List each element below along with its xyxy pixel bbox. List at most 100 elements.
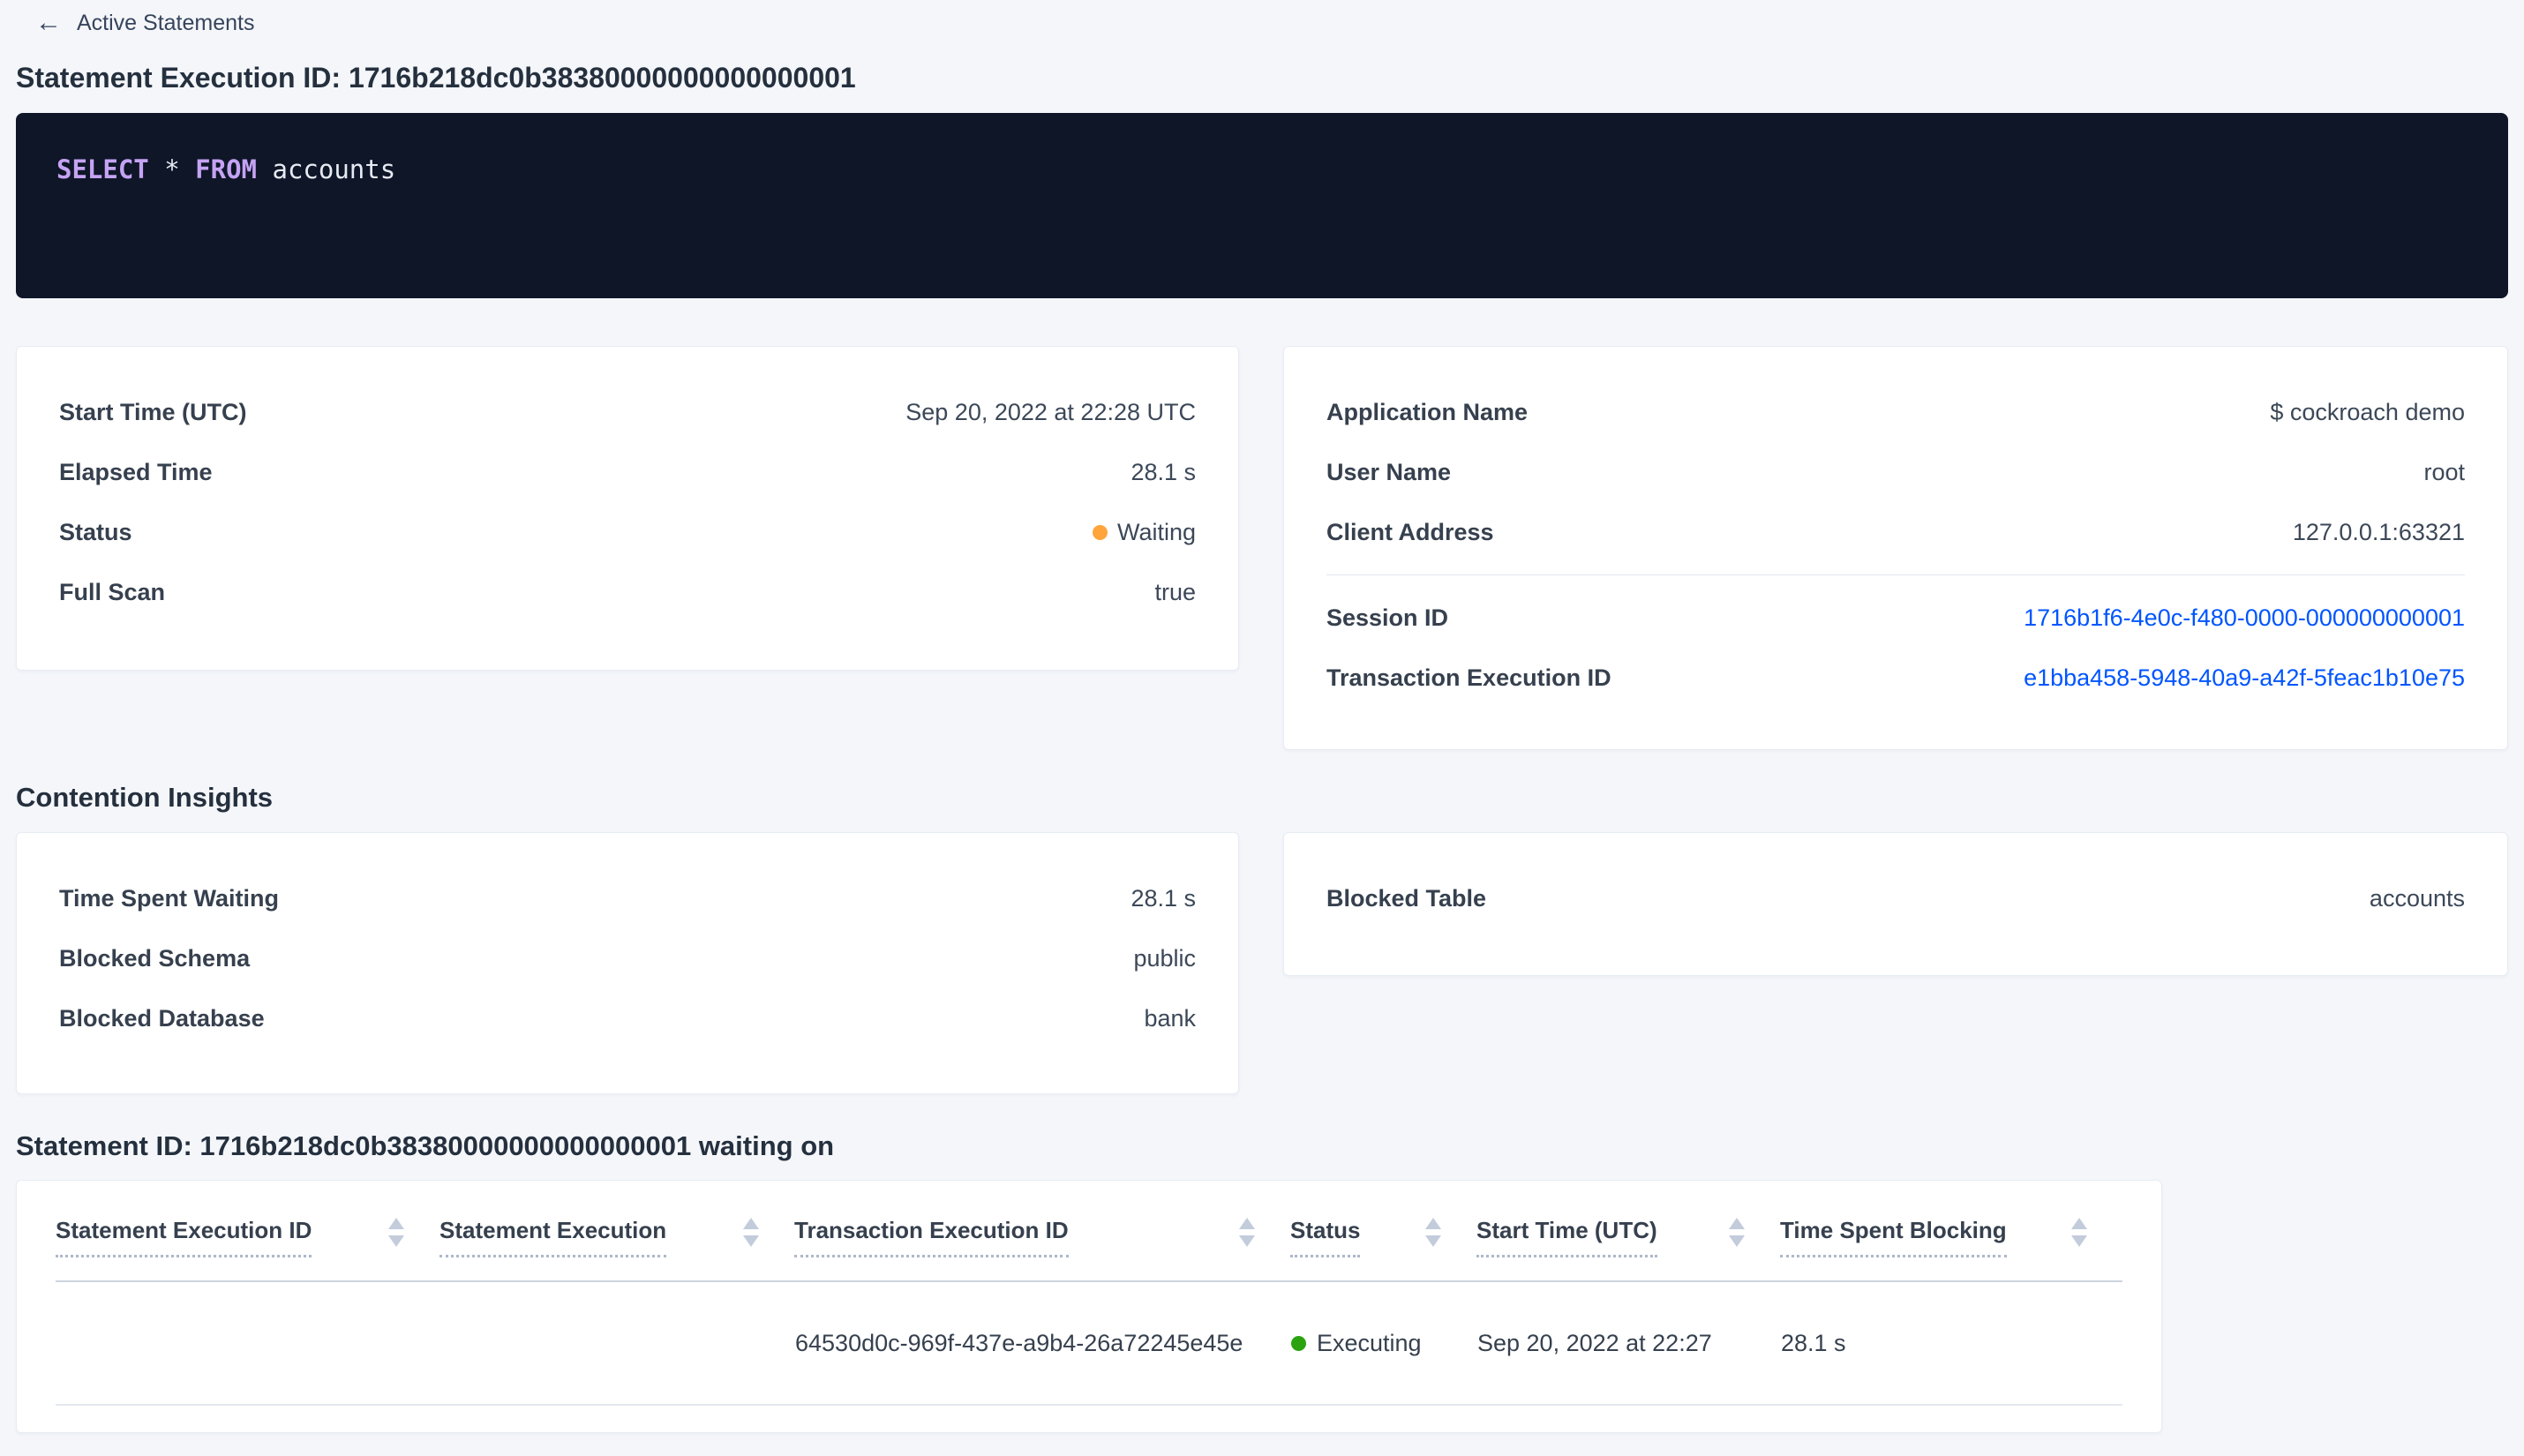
blocked-database-label: Blocked Database [59, 1004, 265, 1032]
blocked-database-row: Blocked Database bank [17, 988, 1238, 1048]
transaction-execution-id-link[interactable]: e1bba458-5948-40a9-a42f-5feac1b10e75 [2024, 664, 2465, 692]
full-scan-value: true [1154, 578, 1196, 605]
session-card-divider [1326, 574, 2465, 575]
user-name-value: root [2423, 458, 2465, 485]
sort-icon[interactable] [2071, 1218, 2087, 1247]
time-spent-waiting-label: Time Spent Waiting [59, 884, 280, 912]
blocked-table-card: Blocked Table accounts [1283, 832, 2508, 976]
status-badge: Executing [1291, 1330, 1476, 1357]
sql-keyword-select: SELECT [56, 154, 149, 184]
sort-up-icon [743, 1218, 759, 1229]
sort-down-icon [743, 1235, 759, 1247]
client-address-row: Client Address 127.0.0.1:63321 [1284, 502, 2507, 562]
cell-status: Executing [1290, 1281, 1476, 1406]
session-id-label: Session ID [1326, 604, 1449, 631]
column-header-transaction-execution-id: Transaction Execution ID [794, 1181, 1290, 1282]
sort-icon[interactable] [743, 1218, 759, 1247]
breadcrumb-label: Active Statements [77, 10, 255, 35]
contention-details-card: Time Spent Waiting 28.1 s Blocked Schema… [16, 832, 1239, 1094]
sort-up-icon [1729, 1218, 1745, 1229]
blocked-table-value: accounts [2369, 884, 2465, 912]
contention-insights-heading: Contention Insights [16, 782, 274, 813]
status-row: Status Waiting [17, 502, 1238, 562]
column-header-status: Status [1290, 1181, 1476, 1282]
page-title: Statement Execution ID: 1716b218dc0b3838… [16, 62, 856, 94]
sql-statement-box: SELECT * FROM accounts [16, 113, 2508, 298]
back-to-active-statements-link[interactable]: ← Active Statements [16, 7, 2508, 39]
client-address-label: Client Address [1326, 518, 1494, 545]
contention-cards-row: Time Spent Waiting 28.1 s Blocked Schema… [16, 832, 2508, 1094]
application-name-value: $ cockroach demo [2270, 398, 2465, 425]
statement-execution-page: ← Active Statements Statement Execution … [0, 0, 2524, 1433]
client-address-value: 127.0.0.1:63321 [2292, 518, 2465, 545]
cell-start-time: Sep 20, 2022 at 22:27 [1476, 1281, 1780, 1406]
column-header-start-time: Start Time (UTC) [1476, 1181, 1780, 1282]
column-header-statement-execution-id: Statement Execution ID [56, 1181, 439, 1282]
sql-star: * [164, 154, 180, 184]
start-time-label: Start Time (UTC) [59, 398, 247, 425]
blocked-table-row: Blocked Table accounts [1284, 868, 2507, 928]
elapsed-time-row: Elapsed Time 28.1 s [17, 442, 1238, 502]
elapsed-time-label: Elapsed Time [59, 458, 213, 485]
summary-cards-row: Start Time (UTC) Sep 20, 2022 at 22:28 U… [16, 346, 2508, 750]
blocked-schema-value: public [1133, 944, 1196, 972]
sql-table-name: accounts [272, 154, 396, 184]
full-scan-label: Full Scan [59, 578, 166, 605]
transaction-execution-id-row: Transaction Execution ID e1bba458-5948-4… [1284, 648, 2507, 708]
sort-down-icon [1239, 1235, 1255, 1247]
sql-statement-text: SELECT * FROM accounts [56, 152, 2468, 187]
blocked-schema-row: Blocked Schema public [17, 928, 1238, 988]
sort-down-icon [388, 1235, 404, 1247]
elapsed-time-value: 28.1 s [1131, 458, 1196, 485]
statement-execution-header-label[interactable]: Statement Execution [439, 1217, 667, 1257]
sort-up-icon [1425, 1218, 1441, 1229]
status-badge: Waiting [1092, 518, 1196, 546]
transaction-execution-id-label: Transaction Execution ID [1326, 664, 1611, 691]
sql-keyword-from: FROM [195, 154, 258, 184]
waiting-on-heading: Statement ID: 1716b218dc0b38380000000000… [16, 1130, 835, 1161]
status-executing-dot-icon [1291, 1335, 1306, 1351]
user-name-label: User Name [1326, 458, 1452, 485]
execution-summary-card: Start Time (UTC) Sep 20, 2022 at 22:28 U… [16, 346, 1239, 671]
status-waiting-dot-icon [1092, 524, 1108, 540]
transaction-execution-id-header-label[interactable]: Transaction Execution ID [794, 1217, 1069, 1257]
column-header-time-spent-blocking: Time Spent Blocking [1780, 1181, 2122, 1282]
sort-up-icon [2071, 1218, 2087, 1229]
statement-execution-id-header-label[interactable]: Statement Execution ID [56, 1217, 312, 1257]
start-time-row: Start Time (UTC) Sep 20, 2022 at 22:28 U… [17, 382, 1238, 442]
full-scan-row: Full Scan true [17, 562, 1238, 622]
sort-up-icon [388, 1218, 404, 1229]
blocked-schema-label: Blocked Schema [59, 944, 251, 972]
status-value: Waiting [1116, 518, 1196, 545]
cell-statement-execution [439, 1281, 794, 1406]
session-details-card: Application Name $ cockroach demo User N… [1283, 346, 2508, 750]
sort-icon[interactable] [388, 1218, 404, 1247]
cell-transaction-execution-id: 64530d0c-969f-437e-a9b4-26a72245e45e [794, 1281, 1290, 1406]
application-name-label: Application Name [1326, 398, 1529, 425]
cell-statement-execution-id [56, 1281, 439, 1406]
sort-icon[interactable] [1425, 1218, 1441, 1247]
blocked-database-value: bank [1144, 1004, 1196, 1032]
sort-icon[interactable] [1729, 1218, 1745, 1247]
cell-time-spent-blocking: 28.1 s [1780, 1281, 2122, 1406]
sort-up-icon [1239, 1218, 1255, 1229]
waiting-on-table-card: Statement Execution ID Statement Executi… [16, 1180, 2162, 1433]
start-time-value: Sep 20, 2022 at 22:28 UTC [905, 398, 1196, 425]
session-id-link[interactable]: 1716b1f6-4e0c-f480-0000-000000000001 [2024, 604, 2465, 632]
sort-down-icon [1425, 1235, 1441, 1247]
time-spent-waiting-value: 28.1 s [1131, 884, 1196, 912]
sort-down-icon [2071, 1235, 2087, 1247]
session-id-row: Session ID 1716b1f6-4e0c-f480-0000-00000… [1284, 588, 2507, 648]
status-label: Status [59, 518, 132, 545]
blocked-table-label: Blocked Table [1326, 884, 1487, 912]
column-header-statement-execution: Statement Execution [439, 1181, 794, 1282]
waiting-on-table: Statement Execution ID Statement Executi… [56, 1181, 2122, 1406]
sort-icon[interactable] [1239, 1218, 1255, 1247]
back-arrow-icon: ← [35, 8, 62, 37]
start-time-header-label[interactable]: Start Time (UTC) [1476, 1217, 1657, 1257]
status-header-label[interactable]: Status [1290, 1217, 1361, 1257]
waiting-on-table-header: Statement Execution ID Statement Executi… [56, 1181, 2122, 1282]
time-spent-blocking-header-label[interactable]: Time Spent Blocking [1780, 1217, 2007, 1257]
time-spent-waiting-row: Time Spent Waiting 28.1 s [17, 868, 1238, 928]
table-row: 64530d0c-969f-437e-a9b4-26a72245e45e Exe… [56, 1281, 2122, 1406]
